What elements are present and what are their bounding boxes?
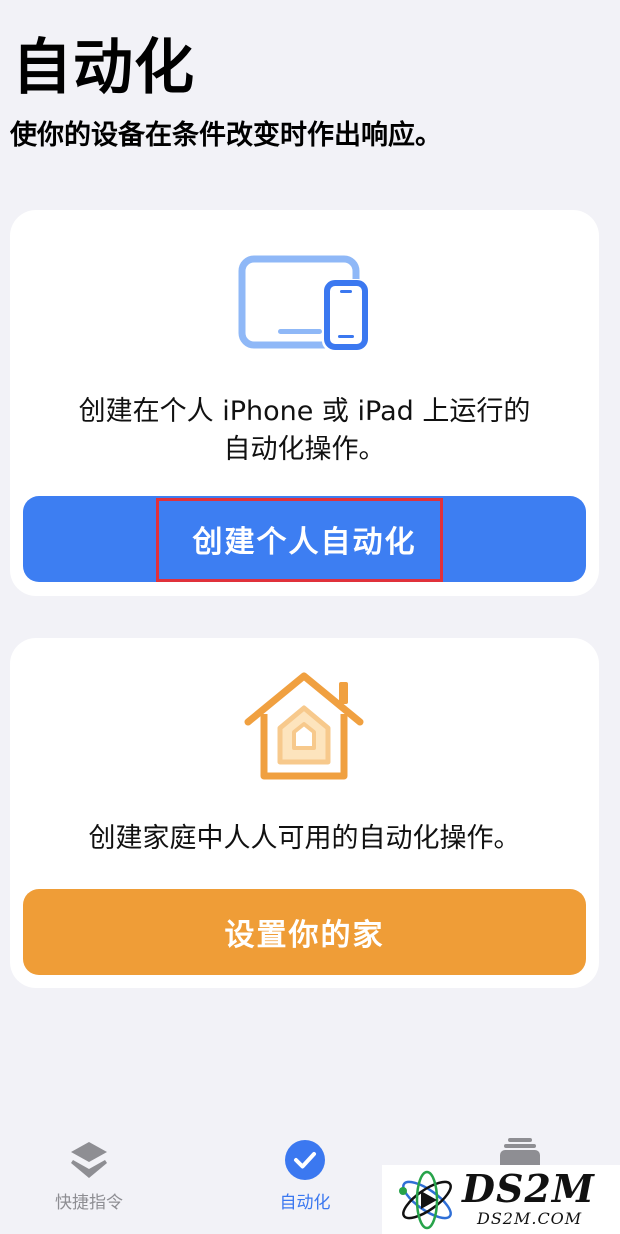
tab-shortcuts[interactable]: 快捷指令 [24, 1138, 154, 1214]
tab-automation-label: 自动化 [279, 1193, 331, 1213]
tab-automation[interactable]: 自动化 [240, 1138, 370, 1214]
home-description: 创建家庭中人人可用的自动化操作。 [88, 823, 521, 854]
watermark: DS2M DS2M.COM [382, 1165, 620, 1234]
home-automation-card: 创建家庭中人人可用的自动化操作。 设置你的家 [10, 638, 599, 988]
setup-home-label: 设置你的家 [224, 918, 385, 953]
create-personal-automation-button[interactable]: 创建个人自动化 [23, 496, 586, 582]
personal-automation-card: 创建在个人 iPhone 或 iPad 上运行的 自动化操作。 创建个人自动化 [10, 210, 599, 596]
layers-icon [71, 1142, 107, 1178]
page-subtitle: 使你的设备在条件改变时作出响应。 [10, 120, 442, 151]
setup-home-button[interactable]: 设置你的家 [23, 889, 586, 975]
tab-shortcuts-label: 快捷指令 [55, 1193, 123, 1213]
atom-logo-icon [399, 1170, 452, 1230]
personal-description-line1: 创建在个人 iPhone 或 iPad 上运行的 [78, 396, 531, 427]
home-icon [244, 672, 364, 780]
watermark-logo-text: DS2M [462, 1166, 595, 1211]
personal-description-line2: 自动化操作。 [223, 434, 386, 465]
page-title: 自动化 [12, 33, 195, 103]
ipad-iphone-icon [238, 255, 368, 351]
create-personal-automation-label: 创建个人自动化 [192, 525, 417, 560]
checkmark-circle-icon [285, 1140, 325, 1180]
watermark-url: DS2M.COM [477, 1209, 583, 1228]
